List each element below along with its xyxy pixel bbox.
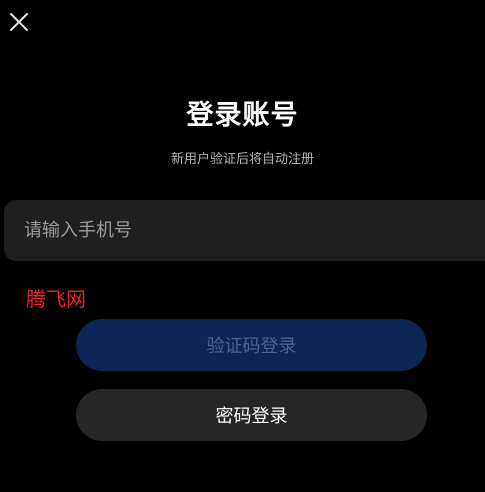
page-title: 登录账号 xyxy=(186,100,299,131)
password-login-label: 密码登录 xyxy=(215,406,288,427)
code-login-button[interactable]: 验证码登录 xyxy=(76,319,427,371)
close-button[interactable] xyxy=(8,11,30,33)
password-login-button[interactable]: 密码登录 xyxy=(76,389,427,441)
phone-number-input[interactable] xyxy=(4,200,485,261)
close-icon xyxy=(8,11,30,33)
code-login-label: 验证码登录 xyxy=(206,336,297,357)
watermark-text: 腾飞网 xyxy=(26,287,86,311)
page-subtitle: 新用户验证后将自动注册 xyxy=(170,152,314,167)
